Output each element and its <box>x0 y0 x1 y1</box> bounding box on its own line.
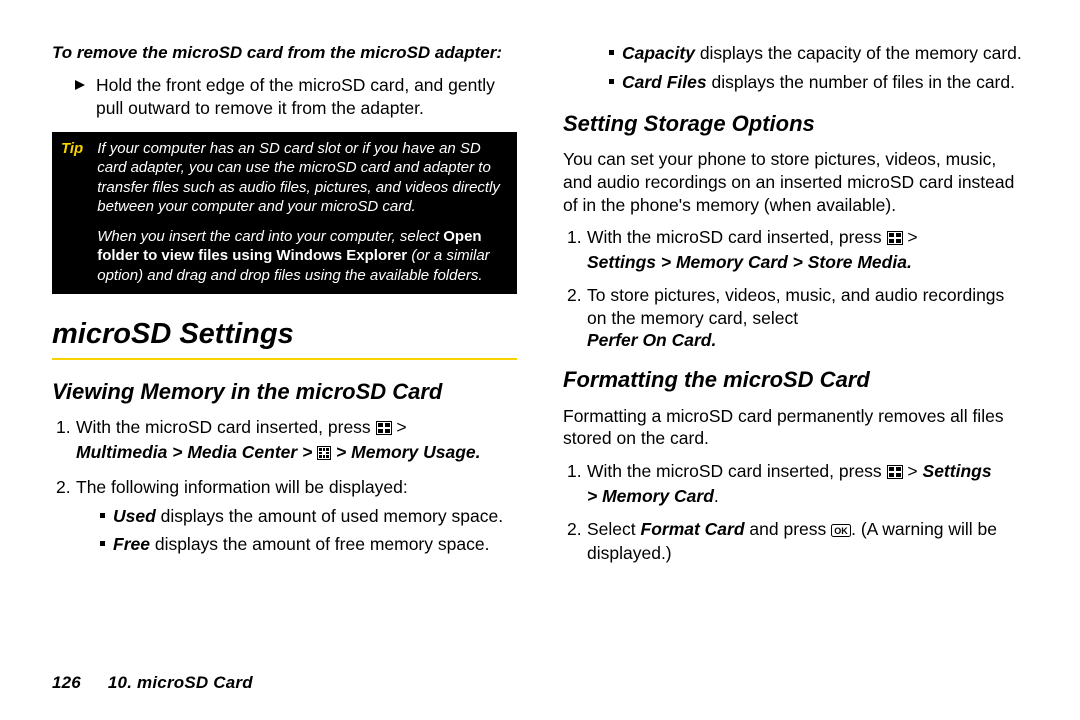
sub-used: Used displays the amount of used memory … <box>100 505 517 528</box>
viewing-steps: With the microSD card inserted, press > … <box>56 416 517 556</box>
grid-icon <box>317 443 331 466</box>
subsection-storage: Setting Storage Options <box>563 110 1028 139</box>
tip-p2: When you insert the card into your compu… <box>97 227 508 286</box>
menu-icon <box>376 418 392 441</box>
page-columns: To remove the microSD card from the micr… <box>52 42 1028 652</box>
sub-cardfiles: Card Files displays the number of files … <box>609 71 1028 94</box>
storage-intro: You can set your phone to store pictures… <box>563 148 1028 216</box>
remove-bullet-text: Hold the front edge of the microSD card,… <box>96 74 517 120</box>
storage-step-2: To store pictures, videos, music, and au… <box>567 284 1028 352</box>
tip-p1: If your computer has an SD card slot or … <box>97 139 508 217</box>
page-footer: 126 10. microSD Card <box>52 672 253 694</box>
menu-icon <box>887 462 903 485</box>
ok-icon: OK <box>831 520 851 543</box>
remove-bullet: Hold the front edge of the microSD card,… <box>74 74 517 120</box>
subsection-viewing: Viewing Memory in the microSD Card <box>52 378 517 407</box>
storage-steps: With the microSD card inserted, press > … <box>567 226 1028 352</box>
sub-free: Free displays the amount of free memory … <box>100 533 517 556</box>
square-icon <box>609 79 614 84</box>
format-step-1: With the microSD card inserted, press > … <box>567 460 1028 508</box>
section-heading: microSD Settings <box>52 316 517 360</box>
intro-line: To remove the microSD card from the micr… <box>52 42 517 64</box>
tip-body: If your computer has an SD card slot or … <box>97 139 508 286</box>
square-icon <box>100 513 105 518</box>
square-icon <box>100 541 105 546</box>
chapter-label: 10. microSD Card <box>108 673 253 692</box>
format-step-2: Select Format Card and press OK . (A war… <box>567 518 1028 566</box>
svg-text:OK: OK <box>834 526 848 536</box>
page-number: 126 <box>52 673 81 692</box>
right-column: Capacity displays the capacity of the me… <box>563 42 1028 652</box>
viewing-step-2: The following information will be displa… <box>56 476 517 556</box>
format-steps: With the microSD card inserted, press > … <box>567 460 1028 565</box>
tip-box: Tip If your computer has an SD card slot… <box>52 132 517 295</box>
tip-label: Tip <box>61 139 83 286</box>
storage-step-1: With the microSD card inserted, press > … <box>567 226 1028 274</box>
sub-capacity: Capacity displays the capacity of the me… <box>609 42 1028 65</box>
left-column: To remove the microSD card from the micr… <box>52 42 517 652</box>
subsection-format: Formatting the microSD Card <box>563 366 1028 395</box>
triangle-icon <box>74 79 86 120</box>
square-icon <box>609 50 614 55</box>
viewing-step-1: With the microSD card inserted, press > … <box>56 416 517 466</box>
menu-icon <box>887 228 903 251</box>
format-intro: Formatting a microSD card permanently re… <box>563 405 1028 451</box>
